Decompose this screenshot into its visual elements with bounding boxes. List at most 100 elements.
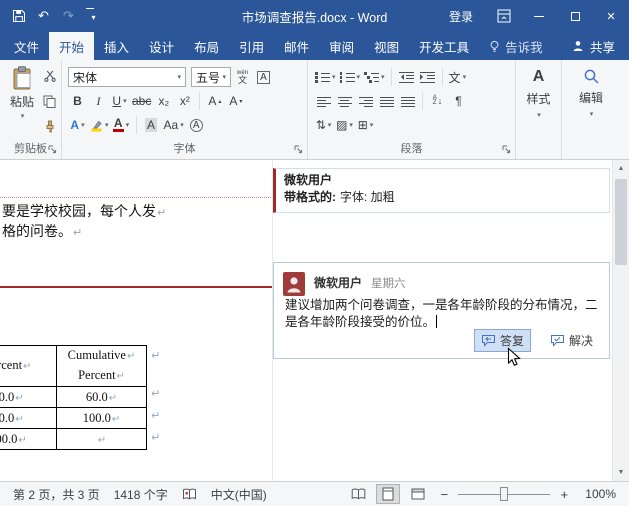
table-cell[interactable]: ↵	[56, 428, 147, 450]
table-cell[interactable]: 100.0↵	[56, 407, 147, 429]
scroll-down-arrow[interactable]: ▼	[613, 464, 629, 481]
font-size-combobox[interactable]: 五号 ▾	[191, 67, 231, 87]
numbering-button[interactable]: ▾	[339, 67, 362, 87]
highlight-color-button[interactable]: ▾	[89, 115, 110, 135]
language-status[interactable]: 中文(中国)	[204, 486, 274, 503]
paragraph-dialog-launcher[interactable]	[501, 144, 512, 155]
table-cell[interactable]: 60.0↵	[56, 386, 147, 408]
vertical-scrollbar[interactable]: ▲ ▼	[612, 160, 629, 481]
paste-button[interactable]: 粘贴 ▾	[5, 66, 39, 120]
tab-mailings[interactable]: 邮件	[274, 32, 319, 60]
share-button[interactable]: 共享	[558, 32, 629, 60]
table-cell[interactable]: 40.0↵	[0, 407, 57, 429]
close-button[interactable]: ×	[593, 0, 629, 32]
zoom-slider[interactable]	[458, 484, 551, 504]
increase-indent-button[interactable]	[418, 67, 437, 87]
clipboard-dialog-launcher[interactable]	[47, 144, 58, 155]
change-case-button[interactable]: Aa ▾	[163, 115, 185, 135]
tell-me-button[interactable]: 告诉我	[479, 32, 553, 60]
zoom-level[interactable]: 100%	[578, 487, 623, 501]
cut-button[interactable]	[40, 66, 59, 86]
tab-view[interactable]: 视图	[364, 32, 409, 60]
zoom-in-button[interactable]: +	[556, 487, 572, 502]
multilevel-list-button[interactable]: ▾	[363, 67, 386, 87]
sign-in-button[interactable]: 登录	[435, 8, 487, 25]
text-effects-button[interactable]: A ▾	[68, 115, 87, 135]
superscript-button[interactable]: x²	[175, 91, 194, 111]
undo-button[interactable]: ↶	[36, 8, 51, 24]
redo-button[interactable]: ↷	[61, 8, 76, 24]
font-name-caret[interactable]: ▾	[177, 73, 181, 81]
tab-design[interactable]: 设计	[139, 32, 184, 60]
format-painter-button[interactable]	[40, 116, 59, 136]
ribbon-display-options-button[interactable]	[487, 9, 521, 23]
minimize-button[interactable]	[521, 0, 557, 32]
comment-text[interactable]: 建议增加两个问卷调查，一是各年龄阶段的分布情况，二是各年龄阶段接受的价位。	[285, 297, 603, 331]
distribute-button[interactable]	[398, 91, 417, 111]
scroll-up-arrow[interactable]: ▲	[613, 160, 629, 177]
revision-callout[interactable]: 微软用户 带格式的: 字体: 加粗	[273, 168, 610, 213]
asian-layout-button[interactable]: 文 ▾	[448, 67, 468, 87]
underline-button[interactable]: U ▾	[110, 91, 129, 111]
show-hide-marks-button[interactable]: ¶	[449, 91, 468, 111]
read-mode-button[interactable]	[346, 484, 370, 504]
page-number-status[interactable]: 第 2 页，共 3 页	[6, 486, 107, 503]
tab-insert[interactable]: 插入	[94, 32, 139, 60]
tab-file[interactable]: 文件	[4, 32, 49, 60]
comment-reply-button[interactable]: 答复	[473, 329, 531, 352]
align-center-button[interactable]	[335, 91, 354, 111]
font-dialog-launcher[interactable]	[293, 144, 304, 155]
bold-button[interactable]: B	[68, 91, 87, 111]
tab-home[interactable]: 开始	[49, 32, 95, 60]
document-text-line[interactable]: 格的问卷。↵	[2, 221, 82, 241]
customize-qat-caret[interactable]: ▾	[86, 8, 101, 24]
phonetic-guide-button[interactable]: wén 文	[233, 67, 252, 87]
table-cell[interactable]: 100.0↵	[0, 428, 57, 450]
table-header-cell[interactable]: Cumulative↵ Percent↵	[56, 345, 147, 387]
enclose-characters-button[interactable]: A	[187, 115, 206, 135]
web-layout-button[interactable]	[406, 484, 430, 504]
document-text-line[interactable]: 要是学校校园，每个人发↵	[2, 201, 166, 221]
proofing-status[interactable]	[175, 488, 204, 501]
shrink-font-button[interactable]: A ▾	[226, 91, 245, 111]
shading-button[interactable]: ▨ ▾	[335, 115, 354, 135]
font-size-caret[interactable]: ▾	[222, 73, 226, 81]
styles-button[interactable]: A 样式 ▾	[516, 68, 561, 119]
copy-button[interactable]	[40, 91, 59, 111]
character-border-button[interactable]: A	[254, 67, 273, 87]
document-table[interactable]: Percent↵Cumulative↵Percent↵60.0↵60.0↵40.…	[0, 345, 147, 450]
tab-references[interactable]: 引用	[229, 32, 274, 60]
zoom-out-button[interactable]: −	[436, 487, 452, 502]
italic-button[interactable]: I	[89, 91, 108, 111]
font-color-button[interactable]: A ▾	[112, 115, 131, 135]
align-left-button[interactable]	[314, 91, 333, 111]
borders-button[interactable]: ⊞ ▾	[356, 115, 375, 135]
minimize-icon	[534, 15, 544, 17]
grow-font-button[interactable]: A ▴	[205, 91, 224, 111]
decrease-indent-button[interactable]	[397, 67, 416, 87]
strikethrough-button[interactable]: abc	[131, 91, 152, 111]
zoom-slider-thumb[interactable]	[500, 487, 509, 501]
justify-button[interactable]	[377, 91, 396, 111]
align-right-button[interactable]	[356, 91, 375, 111]
table-cell[interactable]: 60.0↵	[0, 386, 57, 408]
table-header-cell[interactable]: Percent↵	[0, 345, 57, 387]
save-button[interactable]	[11, 8, 26, 24]
tab-review[interactable]: 审阅	[319, 32, 364, 60]
maximize-button[interactable]	[557, 0, 593, 32]
bullets-button[interactable]: ▾	[314, 67, 337, 87]
scroll-thumb[interactable]	[615, 179, 627, 265]
subscript-button[interactable]: x₂	[154, 91, 173, 111]
comment-resolve-button[interactable]: 解决	[543, 329, 600, 352]
word-count-status[interactable]: 1418 个字	[107, 486, 175, 503]
line-spacing-button[interactable]: ⇅ ▾	[314, 115, 333, 135]
editing-button[interactable]: 编辑 ▾	[562, 68, 620, 118]
font-name-combobox[interactable]: 宋体 ▾	[68, 67, 186, 87]
tab-layout[interactable]: 布局	[184, 32, 229, 60]
paste-dropdown-caret[interactable]: ▾	[21, 112, 25, 120]
character-shading-button[interactable]: A	[142, 115, 161, 135]
sort-button[interactable]: A Z ↓	[428, 91, 447, 111]
comment-card[interactable]: 微软用户 星期六 建议增加两个问卷调查，一是各年龄阶段的分布情况，二是各年龄阶段接…	[273, 262, 610, 359]
tab-developer[interactable]: 开发工具	[409, 32, 479, 60]
print-layout-button[interactable]	[376, 484, 401, 504]
